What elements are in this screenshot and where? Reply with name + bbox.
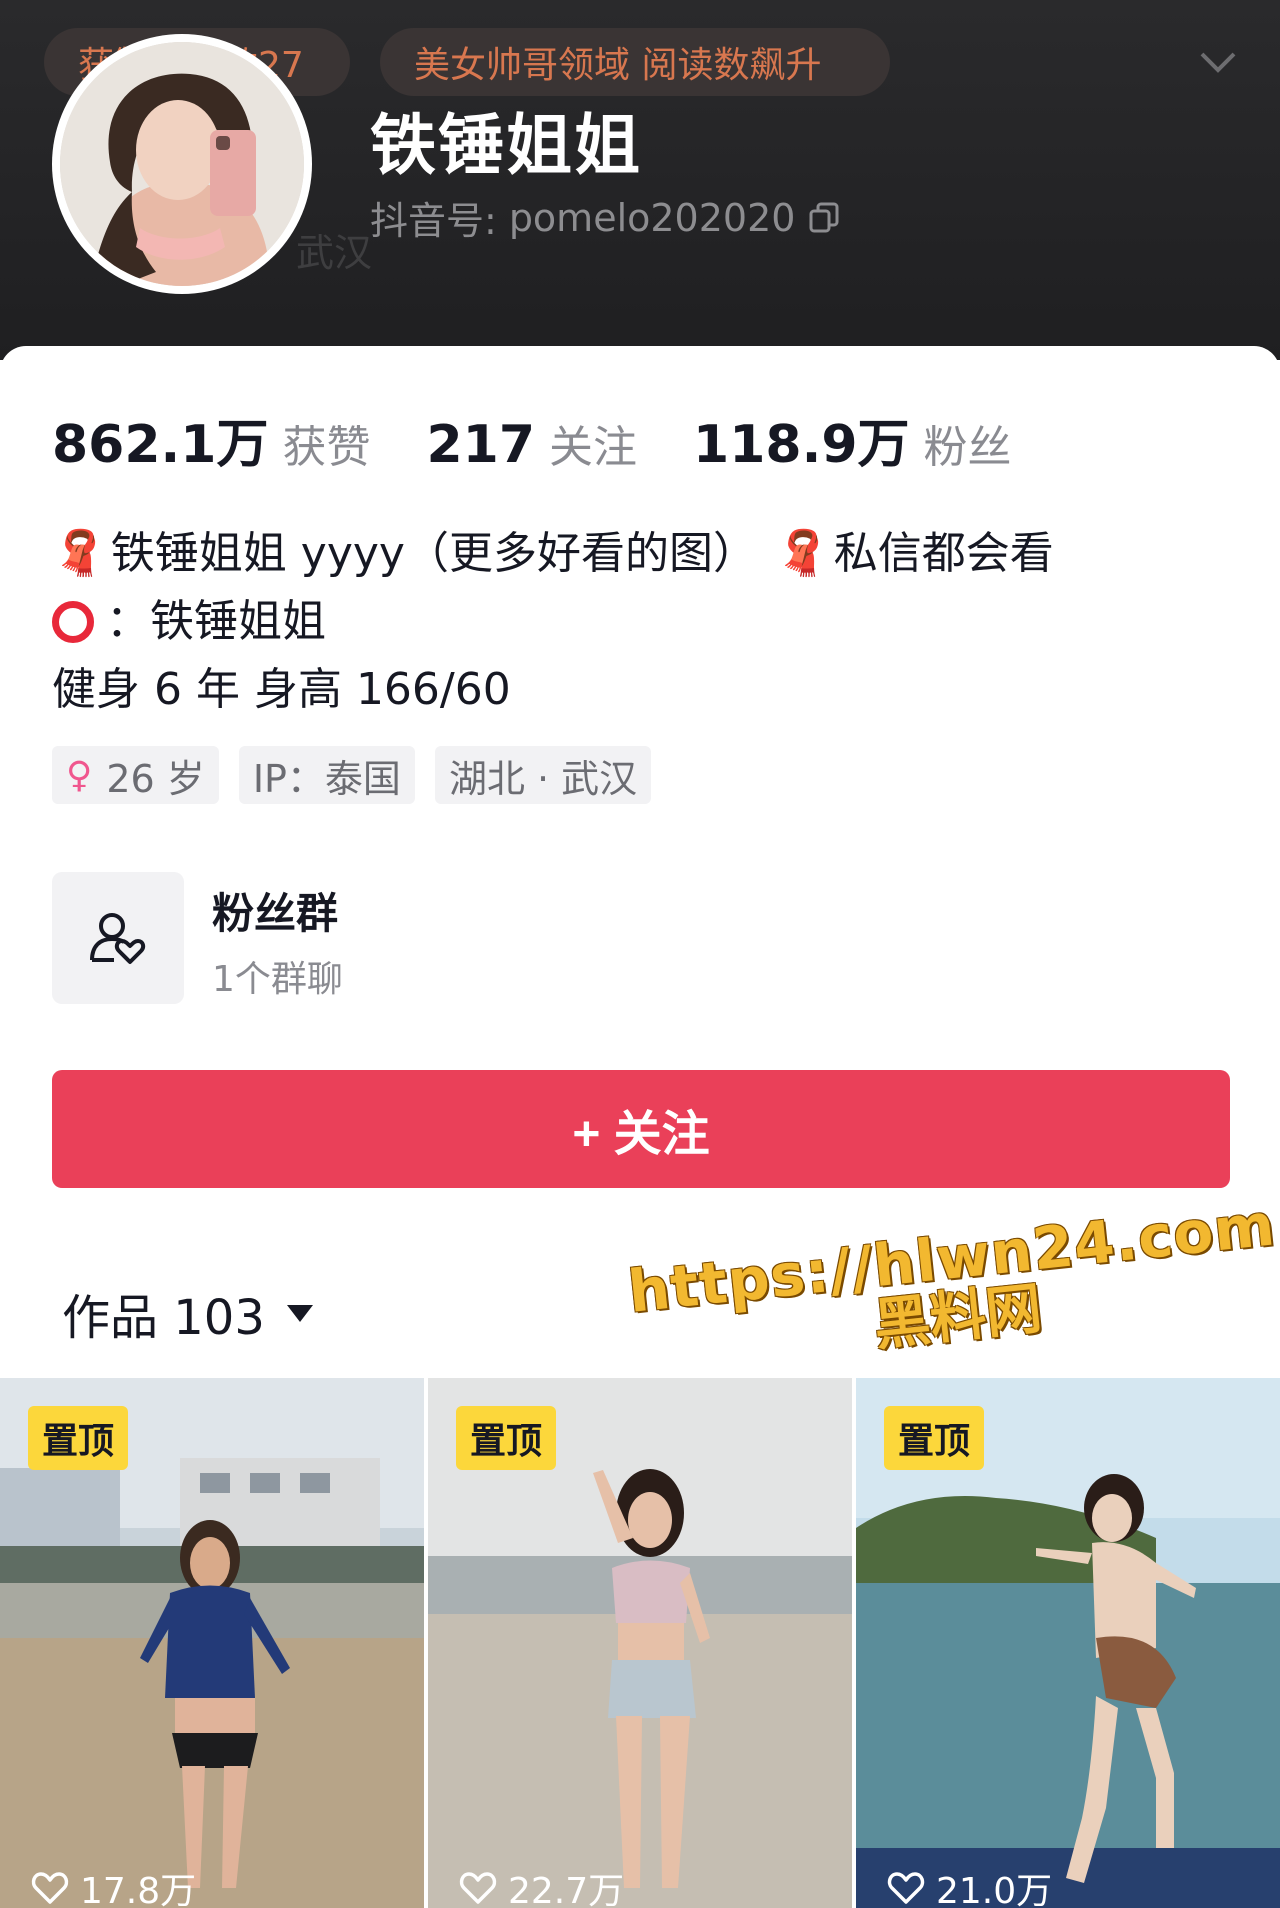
- circle-icon: [52, 601, 94, 643]
- video-thumb[interactable]: 置顶 21.0万: [856, 1378, 1280, 1908]
- copy-icon[interactable]: [807, 201, 841, 235]
- age-text: 26 岁: [106, 756, 205, 801]
- fan-group-subtitle: 1个群聊: [212, 959, 343, 1000]
- domain-chip[interactable]: 美女帅哥领域 阅读数飙升: [380, 28, 890, 96]
- video-likes: 21.0万: [886, 1862, 1052, 1908]
- fan-group-title: 粉丝群: [212, 889, 339, 938]
- works-tab[interactable]: 作品 103: [62, 1278, 313, 1348]
- likes-count-text: 22.7万: [508, 1871, 625, 1908]
- account-label: 抖音号:: [370, 199, 497, 243]
- follow-button[interactable]: + 关注: [52, 1070, 1230, 1188]
- following-count[interactable]: 217: [426, 415, 535, 475]
- profile-card: 862.1万 获赞 217 关注 118.9万 粉丝 🧣 铁锤姐姐 yyyy（更…: [0, 346, 1280, 1908]
- ribbon-icon: 🧣: [52, 528, 107, 579]
- pinned-badge: 置顶: [28, 1406, 129, 1470]
- fan-group-icon-box: [52, 872, 184, 1004]
- heart-icon: [31, 1872, 69, 1904]
- video-grid: 置顶 17.8万 置顶 22.7万 置顶 21.0万: [0, 1378, 1280, 1908]
- bio-line-1a: 铁锤姐姐 yyyy（更多好看的图）: [110, 528, 757, 579]
- likes-count-text: 21.0万: [936, 1871, 1053, 1908]
- ip-text: IP：泰国: [252, 756, 401, 801]
- works-tab-label: 作品 103: [62, 1290, 265, 1346]
- site-watermark: https://hlwn24.com 黑料网: [625, 1190, 1280, 1381]
- female-icon: ♀: [66, 754, 93, 796]
- following-label[interactable]: 关注: [549, 411, 637, 475]
- ip-tag: IP：泰国: [238, 746, 415, 804]
- age-tag: ♀ 26 岁: [52, 746, 219, 804]
- account-id-row[interactable]: 抖音号: pomelo202020: [370, 190, 841, 245]
- profile-header: 获赞超过数27 美女帅哥领域 阅读数飙升 武汉 铁锤姐姐 抖音号: pomelo…: [0, 0, 1280, 360]
- bio-line-2: ：铁锤姐姐: [106, 596, 326, 647]
- video-likes: 22.7万: [458, 1862, 624, 1908]
- bio-line-3: 健身 6 年 身高 166/60: [52, 664, 511, 715]
- nickname: 铁锤姐姐: [370, 107, 642, 184]
- location-text: 湖北 · 武汉: [448, 756, 638, 801]
- video-thumb[interactable]: 置顶 17.8万: [0, 1378, 424, 1908]
- likes-count-text: 17.8万: [80, 1871, 197, 1908]
- video-likes: 17.8万: [30, 1862, 196, 1908]
- ghost-location-text: 武汉: [296, 231, 373, 275]
- chevron-down-icon[interactable]: [1196, 40, 1240, 84]
- stats-row: 862.1万 获赞 217 关注 118.9万 粉丝: [52, 402, 1068, 477]
- pinned-badge: 置顶: [884, 1406, 985, 1470]
- bio-line-1b: 私信都会看: [833, 528, 1054, 579]
- followers-label[interactable]: 粉丝: [924, 411, 1012, 475]
- profile-tags: ♀ 26 岁 IP：泰国 湖北 · 武汉: [52, 746, 652, 804]
- fan-group-entry[interactable]: 粉丝群 1个群聊: [52, 872, 652, 1006]
- bio: 🧣 铁锤姐姐 yyyy（更多好看的图） 🧣 私信都会看 ：铁锤姐姐 健身 6 年…: [52, 520, 1054, 724]
- ribbon-icon: 🧣: [774, 528, 830, 579]
- heart-icon: [887, 1872, 925, 1904]
- account-id: pomelo202020: [508, 195, 796, 240]
- location-tag: 湖北 · 武汉: [434, 746, 652, 804]
- heart-icon: [459, 1872, 497, 1904]
- video-thumb[interactable]: 置顶 22.7万: [428, 1378, 852, 1908]
- followers-count[interactable]: 118.9万: [693, 402, 909, 477]
- likes-label[interactable]: 获赞: [282, 411, 370, 475]
- caret-down-icon: [286, 1304, 313, 1322]
- chip-label: 美女帅哥领域 阅读数飙升: [414, 45, 822, 86]
- pinned-badge: 置顶: [456, 1406, 557, 1470]
- likes-count[interactable]: 862.1万: [52, 402, 268, 477]
- user-heart-icon: [90, 913, 146, 964]
- avatar[interactable]: [52, 34, 312, 294]
